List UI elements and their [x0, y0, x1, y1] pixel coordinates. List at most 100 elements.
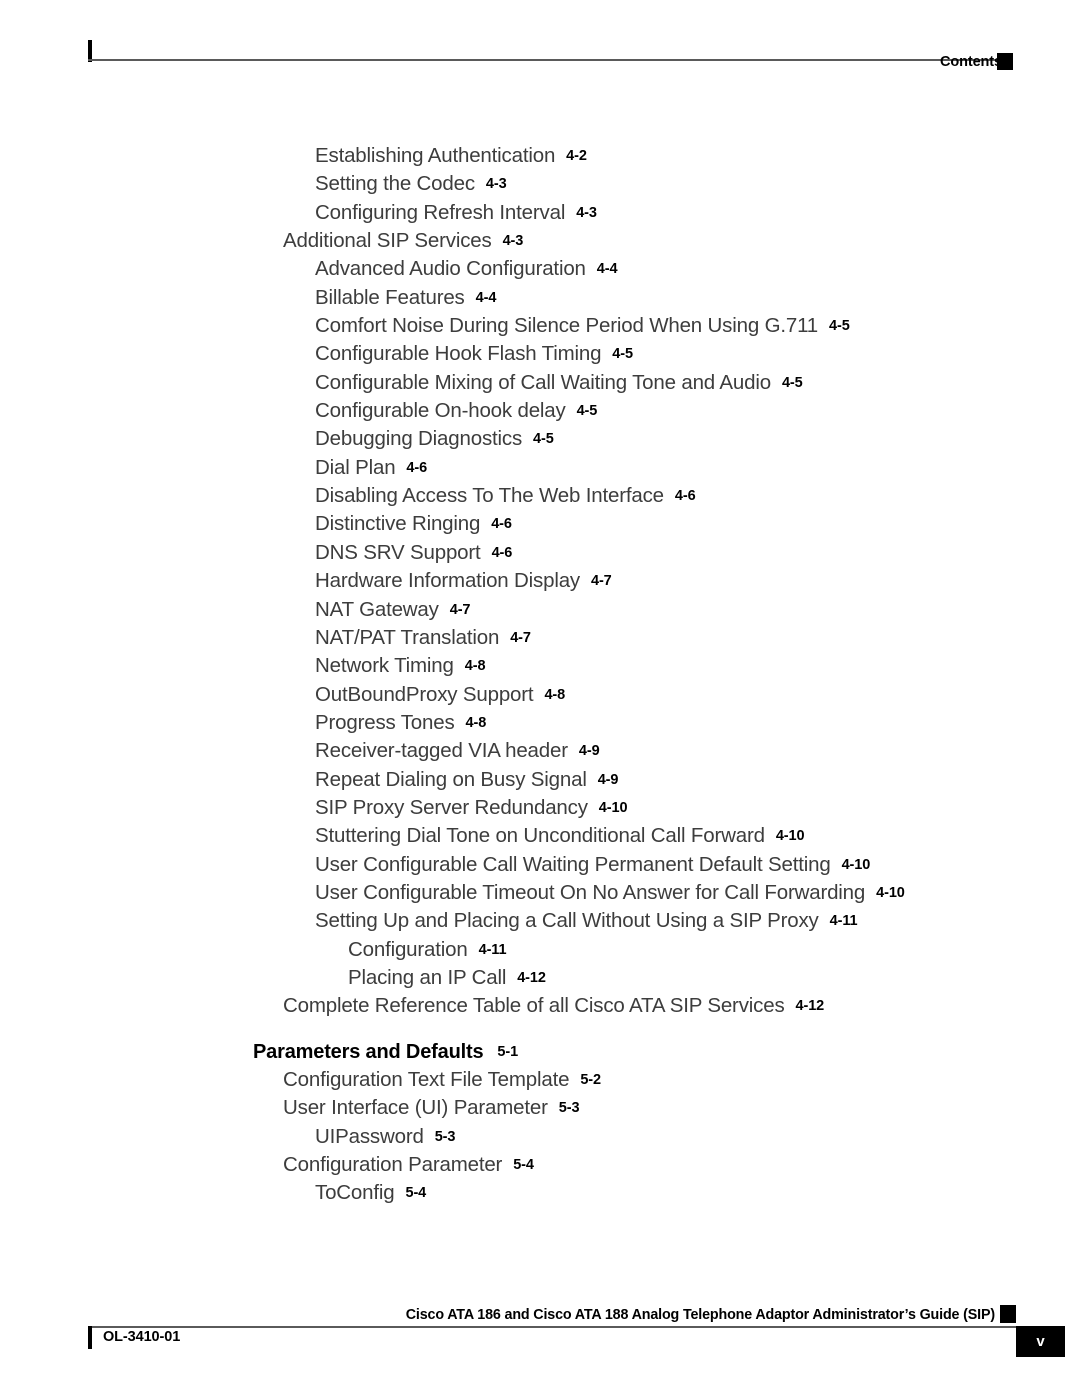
toc-entry-title: Parameters and Defaults [253, 1040, 484, 1063]
toc-entry-title: SIP Proxy Server Redundancy [315, 795, 588, 819]
toc-entry-title: Configurable Mixing of Call Waiting Tone… [315, 370, 771, 394]
toc-entry-page-number: 4-6 [406, 459, 428, 476]
toc-entry[interactable]: Configurable On-hook delay 4-5 [0, 397, 1080, 425]
toc-entry-title: Progress Tones [315, 710, 455, 734]
toc-entry[interactable]: Additional SIP Services 4-3 [0, 227, 1080, 255]
toc-entry-page-number: 4-12 [795, 998, 825, 1015]
toc-entry[interactable]: NAT Gateway 4-7 [0, 596, 1080, 624]
toc-entry[interactable]: Configurable Hook Flash Timing 4-5 [0, 340, 1080, 368]
toc-entry-page-number: 4-4 [596, 261, 618, 278]
toc-entry[interactable]: Configuration 4-11 [0, 936, 1080, 964]
toc-entry[interactable]: Receiver-tagged VIA header 4-9 [0, 737, 1080, 765]
toc-entry-page-number: 4-6 [491, 516, 512, 533]
toc-entry-title: DNS SRV Support [315, 540, 481, 564]
toc-entry-page-number: 5-2 [580, 1072, 602, 1088]
toc-entry-title: Advanced Audio Configuration [315, 257, 586, 281]
footer-divider-rule [88, 1326, 1016, 1328]
toc-entry[interactable]: Billable Features 4-4 [0, 284, 1080, 312]
toc-entry[interactable]: Setting the Codec 4-3 [0, 170, 1080, 198]
toc-entry[interactable]: Placing an IP Call 4-12 [0, 964, 1080, 992]
toc-entry-page-number: 4-11 [829, 913, 858, 930]
toc-entry[interactable]: OutBoundProxy Support 4-8 [0, 681, 1080, 709]
toc-entry-page-number: 5-1 [497, 1043, 519, 1060]
toc-entry-page-number: 4-5 [781, 374, 803, 391]
toc-entry[interactable]: SIP Proxy Server Redundancy 4-10 [0, 794, 1080, 822]
toc-entry[interactable]: DNS SRV Support 4-6 [0, 539, 1080, 567]
toc-entry-title: Additional SIP Services [283, 229, 492, 253]
toc-entry[interactable]: NAT/PAT Translation 4-7 [0, 624, 1080, 652]
toc-entry-page-number: 4-5 [829, 318, 850, 335]
toc-entry-page-number: 4-4 [475, 289, 497, 306]
toc-entry[interactable]: Advanced Audio Configuration 4-4 [0, 255, 1080, 283]
toc-entry-title: Setting Up and Placing a Call Without Us… [315, 909, 819, 933]
toc-entry-page-number: 4-5 [576, 403, 598, 420]
toc-entry-title: UIPassword [315, 1124, 424, 1148]
toc-entry-title: Configuration Parameter [283, 1153, 503, 1177]
toc-entry-page-number: 5-3 [434, 1128, 456, 1145]
toc-entry[interactable]: Distinctive Ringing 4-6 [0, 510, 1080, 538]
toc-entry[interactable]: User Configurable Call Waiting Permanent… [0, 851, 1080, 879]
footer-document-id: OL-3410-01 [103, 1329, 181, 1345]
toc-entry-page-number: 4-5 [612, 346, 633, 363]
toc-entry[interactable]: ToConfig 5-4 [0, 1179, 1080, 1207]
toc-entry-page-number: 4-11 [478, 941, 507, 958]
toc-entry[interactable]: Disabling Access To The Web Interface 4-6 [0, 482, 1080, 510]
toc-entry-page-number: 4-10 [841, 856, 871, 873]
toc-entry[interactable]: Setting Up and Placing a Call Without Us… [0, 907, 1080, 935]
header-square-marker-icon [997, 53, 1013, 70]
toc-entry-title: Configuration Text File Template [283, 1068, 570, 1091]
toc-entry-title: Establishing Authentication [315, 144, 556, 167]
toc-entry-page-number: 4-10 [775, 828, 805, 845]
toc-entry-title: OutBoundProxy Support [315, 682, 534, 706]
toc-entry-title: Disabling Access To The Web Interface [315, 484, 664, 508]
toc-entry[interactable]: Stuttering Dial Tone on Unconditional Ca… [0, 822, 1080, 850]
toc-entry[interactable]: Debugging Diagnostics 4-5 [0, 425, 1080, 453]
toc-entry[interactable]: Configuring Refresh Interval 4-3 [0, 199, 1080, 227]
toc-chapter-entry[interactable]: Parameters and Defaults 5-1 [0, 1038, 1080, 1066]
toc-entry[interactable]: Configuration Text File Template 5-2 [0, 1066, 1080, 1094]
toc-entry[interactable]: Network Timing 4-8 [0, 652, 1080, 680]
toc-entry-page-number: 4-6 [674, 488, 696, 505]
toc-entry[interactable]: Comfort Noise During Silence Period When… [0, 312, 1080, 340]
toc-entry[interactable]: Repeat Dialing on Busy Signal 4-9 [0, 766, 1080, 794]
toc-entry[interactable]: Configurable Mixing of Call Waiting Tone… [0, 369, 1080, 397]
toc-entry[interactable]: User Interface (UI) Parameter 5-3 [0, 1094, 1080, 1122]
toc-entry-title: NAT Gateway [315, 597, 439, 621]
toc-entry[interactable]: Hardware Information Display 4-7 [0, 567, 1080, 595]
toc-entry-page-number: 4-8 [464, 658, 486, 675]
toc-entry[interactable]: UIPassword 5-3 [0, 1123, 1080, 1151]
toc-entry-page-number: 4-3 [576, 204, 597, 221]
toc-entry[interactable]: User Configurable Timeout On No Answer f… [0, 879, 1080, 907]
toc-entry-page-number: 4-3 [502, 233, 524, 250]
toc-entry-title: Complete Reference Table of all Cisco AT… [283, 994, 785, 1018]
table-of-contents: Establishing Authentication 4-2 Setting th… [0, 142, 1080, 1208]
page-footer: Cisco ATA 186 and Cisco ATA 188 Analog T… [0, 1287, 1080, 1397]
toc-entry[interactable]: Complete Reference Table of all Cisco AT… [0, 992, 1080, 1020]
toc-entry-title: Comfort Noise During Silence Period When… [315, 314, 818, 338]
toc-entry-page-number: 4-3 [485, 176, 507, 193]
footer-page-number: v [1016, 1326, 1065, 1357]
header-divider-rule [88, 59, 1010, 61]
toc-entry-title: Distinctive Ringing [315, 512, 481, 536]
toc-entry-title: Setting the Codec [315, 172, 475, 196]
toc-entry-title: Configurable On-hook delay [315, 399, 566, 423]
toc-entry[interactable]: Progress Tones 4-8 [0, 709, 1080, 737]
toc-entry-title: Network Timing [315, 654, 454, 678]
toc-entry[interactable]: Dial Plan 4-6 [0, 454, 1080, 482]
toc-entry-title: Repeat Dialing on Busy Signal [315, 767, 587, 791]
header-section-label: Contents [939, 54, 1002, 70]
toc-entry-page-number: 4-9 [597, 771, 619, 788]
toc-entry-page-number: 5-3 [558, 1100, 580, 1117]
toc-entry-page-number: 4-5 [533, 431, 554, 448]
toc-entry-title: User Configurable Call Waiting Permanent… [315, 852, 831, 876]
toc-entry-page-number: 4-8 [544, 686, 566, 703]
toc-entry[interactable]: Establishing Authentication 4-2 [0, 142, 1080, 170]
page-header: Contents [0, 0, 1080, 100]
toc-entry-title: User Interface (UI) Parameter [283, 1096, 548, 1120]
toc-entry-page-number: 4-2 [566, 148, 587, 164]
toc-entry-page-number: 4-10 [598, 799, 628, 816]
toc-entry[interactable]: Configuration Parameter 5-4 [0, 1151, 1080, 1179]
footer-document-title: Cisco ATA 186 and Cisco ATA 188 Analog T… [405, 1307, 995, 1323]
toc-entry-title: Configuring Refresh Interval [315, 200, 566, 224]
toc-entry-page-number: 4-9 [578, 743, 600, 760]
